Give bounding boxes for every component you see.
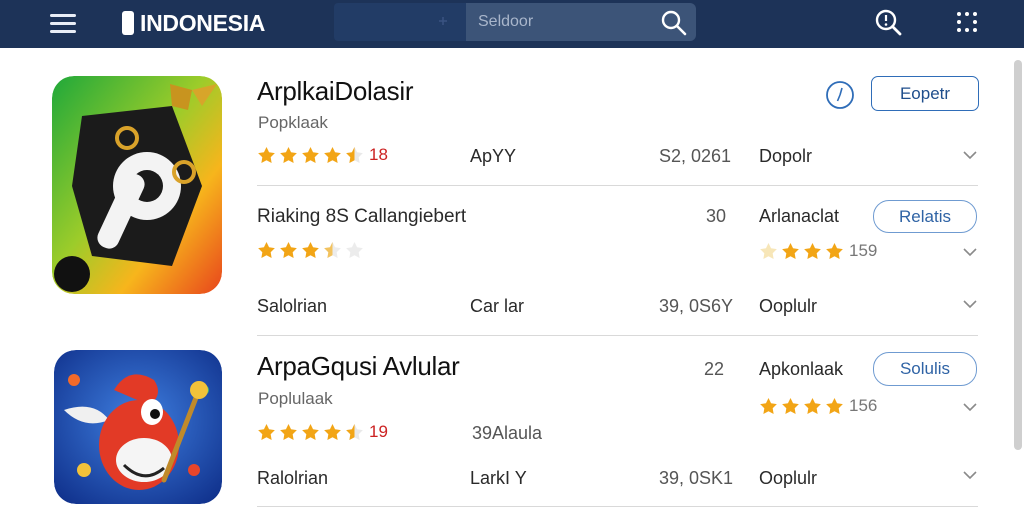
sub-row-col2: Car lar	[470, 296, 525, 316]
star-half-icon	[346, 146, 363, 163]
star-full-icon	[804, 397, 821, 414]
relatis-button[interactable]: Relatis	[873, 200, 977, 233]
chevron-down-icon[interactable]	[962, 402, 978, 412]
star-full-icon	[804, 242, 821, 259]
star-full-icon	[258, 241, 275, 259]
star-empty-icon	[346, 241, 363, 259]
scrollbar-thumb[interactable]	[1014, 60, 1022, 450]
red-bird-game-icon[interactable]	[54, 350, 222, 504]
search-icon[interactable]	[660, 9, 688, 37]
star-full-icon	[826, 397, 843, 414]
chevron-down-icon[interactable]	[962, 150, 978, 160]
brand-bar-icon	[122, 11, 134, 35]
app-label: Apkonlaak	[759, 359, 844, 379]
bottom-col4: Ooplulr	[759, 468, 818, 488]
sub-row-col4: Ooplulr	[759, 296, 818, 316]
magnifier-help-icon[interactable]	[873, 8, 903, 38]
app-meta-status: Dopolr	[759, 146, 813, 166]
solulis-button[interactable]: Solulis	[873, 352, 977, 386]
rating-value: 156	[849, 396, 878, 415]
grid-dots-icon[interactable]	[952, 8, 982, 38]
sub-row-right-stars: 159	[759, 241, 877, 261]
chevron-down-icon[interactable]	[962, 247, 978, 257]
star-full-icon	[324, 423, 341, 440]
search-input[interactable]	[478, 11, 648, 33]
sub-row-label: Arlanaclat	[759, 206, 840, 226]
bottom-col2: LarkI Y	[470, 468, 527, 488]
brand-logo[interactable]: INDONESIA	[122, 9, 265, 37]
rating-value: 18	[369, 145, 388, 164]
app-meta-type: 39Alaula	[472, 423, 543, 443]
top-app-bar: INDONESIA	[0, 0, 1024, 48]
star-full-icon	[280, 423, 297, 440]
sub-row-title[interactable]: Riaking 8S Callangiebert	[257, 206, 466, 228]
star-full-icon	[302, 146, 319, 163]
star-half-icon	[346, 423, 363, 440]
app-title[interactable]: ArpaGqusi Avlular	[257, 351, 460, 382]
bottom-col3: 39, 0SK1	[659, 468, 734, 488]
open-button[interactable]: Eopetr	[871, 76, 979, 111]
app-meta-size: S2, 0261	[659, 146, 732, 166]
star-full-icon	[826, 242, 843, 259]
p-bomb-app-icon[interactable]	[52, 76, 222, 294]
row-divider	[257, 506, 978, 507]
right-rating-stars: 156	[759, 396, 877, 416]
app-subtitle: Poplulaak	[258, 389, 333, 408]
star-full-icon	[302, 423, 319, 440]
rating-value: 159	[849, 241, 878, 260]
app-title[interactable]: ArplkaiDolasir	[257, 76, 413, 107]
star-full-icon	[280, 146, 297, 163]
hamburger-menu-icon[interactable]	[50, 12, 76, 34]
star-full-icon	[280, 241, 297, 259]
app-subtitle: Popklaak	[258, 113, 328, 132]
star-full-icon	[258, 423, 275, 440]
bottom-col1: Ralolrian	[257, 468, 329, 488]
sub-row-col3: 39, 0S6Y	[659, 296, 734, 316]
rating-stars: 18	[257, 145, 388, 165]
sub-row-stars	[257, 241, 367, 260]
star-full-icon	[258, 146, 275, 163]
star-half-icon	[324, 241, 341, 259]
app-meta-type: ApYY	[470, 146, 517, 166]
category-dim-icon	[433, 14, 453, 28]
star-full-icon	[324, 146, 341, 163]
star-full-icon	[782, 397, 799, 414]
star-faded-icon	[760, 242, 777, 259]
search-box	[466, 3, 696, 41]
star-full-icon	[760, 397, 777, 414]
brand-title: INDONESIA	[140, 9, 266, 36]
row-divider	[257, 185, 978, 186]
sub-row-count: 30	[706, 206, 727, 226]
chevron-down-icon[interactable]	[962, 299, 978, 309]
star-full-icon	[302, 241, 319, 259]
row-divider	[257, 335, 978, 336]
app-count: 22	[704, 359, 725, 379]
rating-value: 19	[369, 422, 388, 441]
sub-row-col1: Salolrian	[257, 296, 328, 316]
star-full-icon	[782, 242, 799, 259]
rating-stars: 19	[257, 422, 388, 442]
chevron-down-icon[interactable]	[962, 470, 978, 480]
info-clock-icon[interactable]	[825, 80, 855, 110]
